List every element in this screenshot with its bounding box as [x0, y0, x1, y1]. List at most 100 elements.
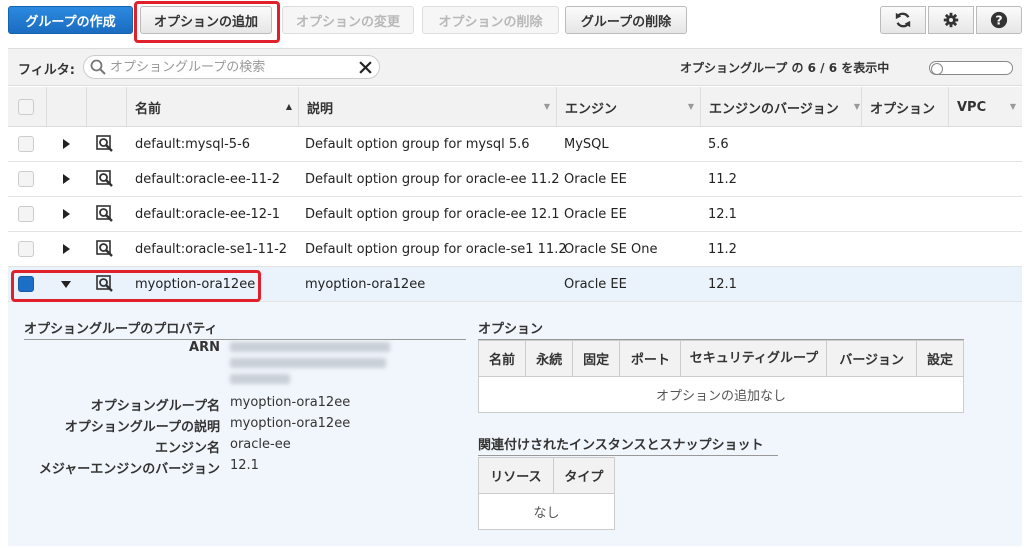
row-description: Default option group for mysql 5.6 [305, 137, 530, 152]
add-option-highlight [134, 1, 280, 43]
row-engine: Oracle EE [564, 172, 627, 187]
row-description: myoption-ora12ee [305, 277, 426, 292]
arn-redacted-line [230, 358, 386, 368]
row-version: 11.2 [708, 242, 737, 257]
settings-button[interactable] [928, 6, 974, 34]
gear-icon [943, 12, 959, 28]
options-col-name: 名前 [477, 340, 527, 377]
row-checkbox[interactable] [18, 136, 34, 152]
create-group-button[interactable]: グループの作成 [8, 6, 133, 34]
assoc-col-resource: リソース [478, 457, 554, 494]
search-input[interactable] [110, 58, 350, 76]
arn-redacted-line [230, 374, 290, 384]
count-text: オプショングループ の 6 / 6 を表示中 [680, 61, 890, 75]
row-name: default:oracle-se1-11-2 [135, 242, 288, 257]
row-description: Default option group for oracle-ee 12.1 [305, 207, 560, 222]
expand-column-header [46, 87, 86, 127]
row-checkbox[interactable] [18, 171, 34, 187]
column-header-name-label: 名前 [135, 101, 162, 117]
help-icon: ? [990, 11, 1008, 29]
chevron-right-icon[interactable] [60, 138, 72, 150]
assoc-col-type: タイプ [552, 457, 616, 494]
delete-option-button[interactable]: オプションの削除 [422, 6, 559, 34]
row-description: Default option group for oracle-se1 11.2 [305, 242, 567, 257]
row-checkbox[interactable] [18, 206, 34, 222]
column-header-name[interactable]: 名前 ▲ [126, 87, 298, 127]
selected-row-highlight [11, 270, 261, 302]
engine-label: エンジン名 [154, 441, 220, 456]
sort-icon: ▼ [543, 102, 550, 111]
row-version: 11.2 [708, 172, 737, 187]
column-header-vpc-label: VPC [957, 99, 987, 115]
assoc-table: リソース タイプ なし [478, 457, 616, 530]
view-details-icon[interactable] [96, 170, 114, 188]
toggle-switch[interactable] [929, 61, 1013, 75]
major-version-label: メジャーエンジンのバージョン [38, 462, 220, 477]
column-header-engine[interactable]: エンジン ▼ [556, 87, 700, 127]
row-engine: Oracle SE One [564, 242, 658, 257]
table-row[interactable]: default:mysql-5-6 Default option group f… [8, 127, 1022, 162]
sort-icon: ▼ [687, 102, 694, 111]
view-details-icon[interactable] [96, 240, 114, 258]
group-desc-value: myoption-ora12ee [230, 416, 351, 431]
table-header: 名前 ▲ 説明 ▼ エンジン ▼ エンジンのバージョン ▼ オプション VPC … [8, 87, 1022, 127]
clear-icon[interactable] [359, 61, 372, 74]
delete-group-button[interactable]: グループの削除 [565, 6, 687, 34]
sort-icon: ▼ [853, 102, 860, 111]
column-header-description[interactable]: 説明 ▼ [298, 87, 556, 127]
view-details-icon[interactable] [96, 135, 114, 153]
properties-title: オプショングループのプロパティ [24, 318, 466, 340]
help-button[interactable]: ? [976, 6, 1022, 34]
group-desc-label: オプショングループの説明 [64, 420, 220, 435]
row-engine: Oracle EE [564, 207, 627, 222]
row-engine: Oracle EE [564, 277, 627, 292]
options-col-persistent: 永続 [525, 340, 574, 377]
sort-asc-icon: ▲ [285, 102, 292, 111]
column-header-engine-version-label: エンジンのバージョン [709, 101, 839, 117]
engine-value: oracle-ee [230, 437, 291, 452]
chevron-right-icon[interactable] [60, 173, 72, 185]
column-header-engine-version[interactable]: エンジンのバージョン ▼ [700, 87, 861, 127]
select-all-checkbox[interactable] [18, 99, 34, 115]
group-name-value: myoption-ora12ee [230, 395, 351, 410]
options-table: 名前 永続 固定 ポート セキュリティグループ バージョン 設定 オプションの追… [477, 340, 965, 413]
refresh-button[interactable] [880, 6, 926, 34]
search-icon [90, 59, 106, 75]
arn-redacted-line [230, 342, 390, 352]
chevron-right-icon[interactable] [60, 208, 72, 220]
column-header-description-label: 説明 [307, 101, 334, 117]
options-title: オプション [478, 318, 964, 340]
group-name-label: オプショングループ名 [90, 399, 220, 414]
row-name: default:oracle-ee-11-2 [135, 172, 281, 187]
sort-icon: ▼ [1009, 102, 1016, 111]
svg-text:?: ? [995, 13, 1002, 28]
arn-label: ARN [189, 340, 220, 355]
modify-option-button[interactable]: オプションの変更 [282, 6, 414, 34]
view-column-header [86, 87, 126, 127]
column-header-options[interactable]: オプション [861, 87, 948, 127]
chevron-right-icon[interactable] [60, 243, 72, 255]
row-description: Default option group for oracle-ee 11.2 [305, 172, 560, 187]
major-version-value: 12.1 [230, 458, 259, 473]
table-row[interactable]: default:oracle-se1-11-2 Default option g… [8, 232, 1022, 267]
refresh-icon [895, 12, 911, 28]
assoc-empty: なし [478, 493, 615, 530]
filter-box [83, 55, 380, 79]
toolbar: グループの作成 オプションの追加 オプションの変更 オプションの削除 グループの… [0, 0, 1024, 44]
filter-label: フィルタ: [18, 63, 75, 78]
table-row[interactable]: default:oracle-ee-12-1 Default option gr… [8, 197, 1022, 232]
view-details-icon[interactable] [96, 205, 114, 223]
column-header-vpc[interactable]: VPC ▼ [948, 87, 1022, 127]
row-name: default:oracle-ee-12-1 [135, 207, 281, 222]
row-version: 12.1 [708, 277, 737, 292]
options-col-security-group: セキュリティグループ [680, 340, 828, 377]
assoc-title: 関連付けされたインスタンスとスナップショット [478, 434, 778, 456]
row-version: 5.6 [708, 137, 729, 152]
column-header-options-label: オプション [870, 101, 936, 117]
table-row[interactable]: default:oracle-ee-11-2 Default option gr… [8, 162, 1022, 197]
details-panel: オプショングループのプロパティ ARN オプショングループ名 myoption-… [8, 302, 1022, 546]
row-engine: MySQL [564, 137, 609, 152]
options-col-permanent: 固定 [572, 340, 621, 377]
column-header-engine-label: エンジン [565, 101, 618, 117]
row-checkbox[interactable] [18, 241, 34, 257]
